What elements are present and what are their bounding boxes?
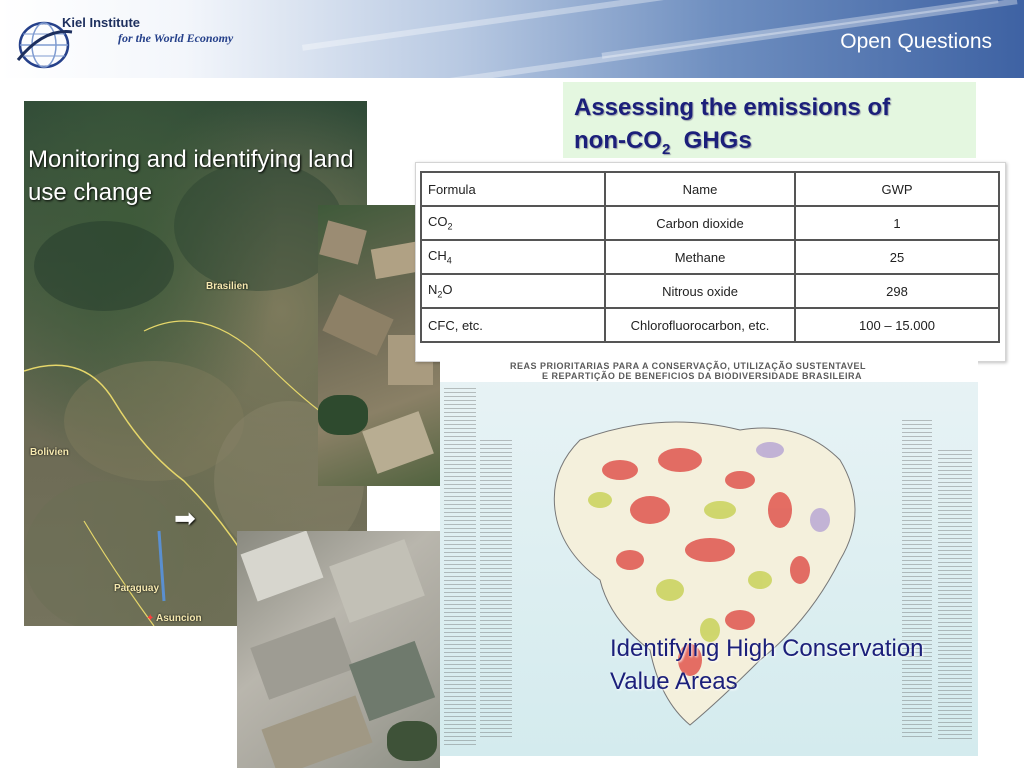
table-row: CH4 Methane 25: [420, 239, 1000, 275]
map-label-brasilien: Brasilien: [206, 281, 249, 292]
monitoring-caption: Monitoring and identifying land use chan…: [28, 146, 354, 206]
gwp-cell: 298: [794, 273, 1000, 309]
arrow-icon: ➡: [174, 503, 196, 533]
formula-text: CO: [428, 214, 448, 230]
org-name: Kiel Institute: [62, 15, 141, 30]
gwp-table-panel: Formula Name GWP CO2 Carbon dioxide 1 CH…: [415, 162, 1006, 362]
ghg-title-line1: Assessing the emissions of: [574, 94, 891, 121]
conservation-map-image: REAS PRIORITARIAS PARA A CONSERVAÇÃO, UT…: [440, 360, 978, 756]
formula-subscript: 2: [447, 221, 453, 232]
formula-text: N: [428, 282, 438, 298]
map-text-column: [444, 388, 476, 748]
formula-subscript: 4: [446, 255, 452, 266]
slide-title: Open Questions: [840, 30, 992, 53]
formula-cell: CO2: [420, 205, 606, 241]
column-header: Name: [604, 171, 796, 207]
table-row: N2O Nitrous oxide 298: [420, 273, 1000, 309]
table-row: CO2 Carbon dioxide 1: [420, 205, 1000, 241]
formula-suffix: O: [442, 282, 453, 298]
map-banner-line2: E REPARTIÇÃO DE BENEFICIOS DA BIODIVERSI…: [542, 371, 863, 381]
formula-cell: N2O: [420, 273, 606, 309]
map-label-paraguay: Paraguay: [114, 583, 160, 594]
gwp-table: Formula Name GWP CO2 Carbon dioxide 1 CH…: [420, 171, 1000, 343]
map-banner: REAS PRIORITARIAS PARA A CONSERVAÇÃO, UT…: [440, 360, 978, 382]
ghg-title-box: Assessing the emissions of non-CO2 GHGs: [563, 82, 976, 158]
ghg-title: Assessing the emissions of non-CO2 GHGs: [574, 91, 890, 166]
header-bar: Kiel Institute for the World Economy Ope…: [0, 0, 1024, 78]
formula-cell: CFC, etc.: [420, 307, 606, 343]
formula-text: CH: [428, 248, 447, 264]
ghg-title-line2-suffix: GHGs: [670, 127, 752, 154]
name-cell: Chlorofluorocarbon, etc.: [604, 307, 796, 343]
gwp-cell: 100 – 15.000: [794, 307, 1000, 343]
formula-text: CFC, etc.: [428, 317, 483, 333]
gwp-cell: 1: [794, 205, 1000, 241]
table-row: CFC, etc. Chlorofluorocarbon, etc. 100 –…: [420, 307, 1000, 343]
gwp-cell: 25: [794, 239, 1000, 275]
name-cell: Methane: [604, 239, 796, 275]
column-header: Formula: [420, 171, 606, 207]
table-header-row: Formula Name GWP: [420, 171, 1000, 207]
name-cell: Nitrous oxide: [604, 273, 796, 309]
name-cell: Carbon dioxide: [604, 205, 796, 241]
hcv-caption: Identifying High Conservation Value Area…: [610, 635, 924, 695]
map-text-column: [480, 440, 512, 740]
map-label-asuncion: Asuncion: [156, 613, 202, 624]
ghg-title-line2-prefix: non-CO: [574, 127, 662, 154]
satellite-fields-image-2: [237, 531, 440, 768]
column-header: GWP: [794, 171, 1000, 207]
org-tagline: for the World Economy: [118, 31, 234, 45]
map-banner-line1: REAS PRIORITARIAS PARA A CONSERVAÇÃO, UT…: [510, 361, 867, 371]
map-label-bolivien: Bolivien: [30, 447, 69, 458]
city-marker-icon: ✦: [146, 613, 155, 624]
formula-cell: CH4: [420, 239, 606, 275]
